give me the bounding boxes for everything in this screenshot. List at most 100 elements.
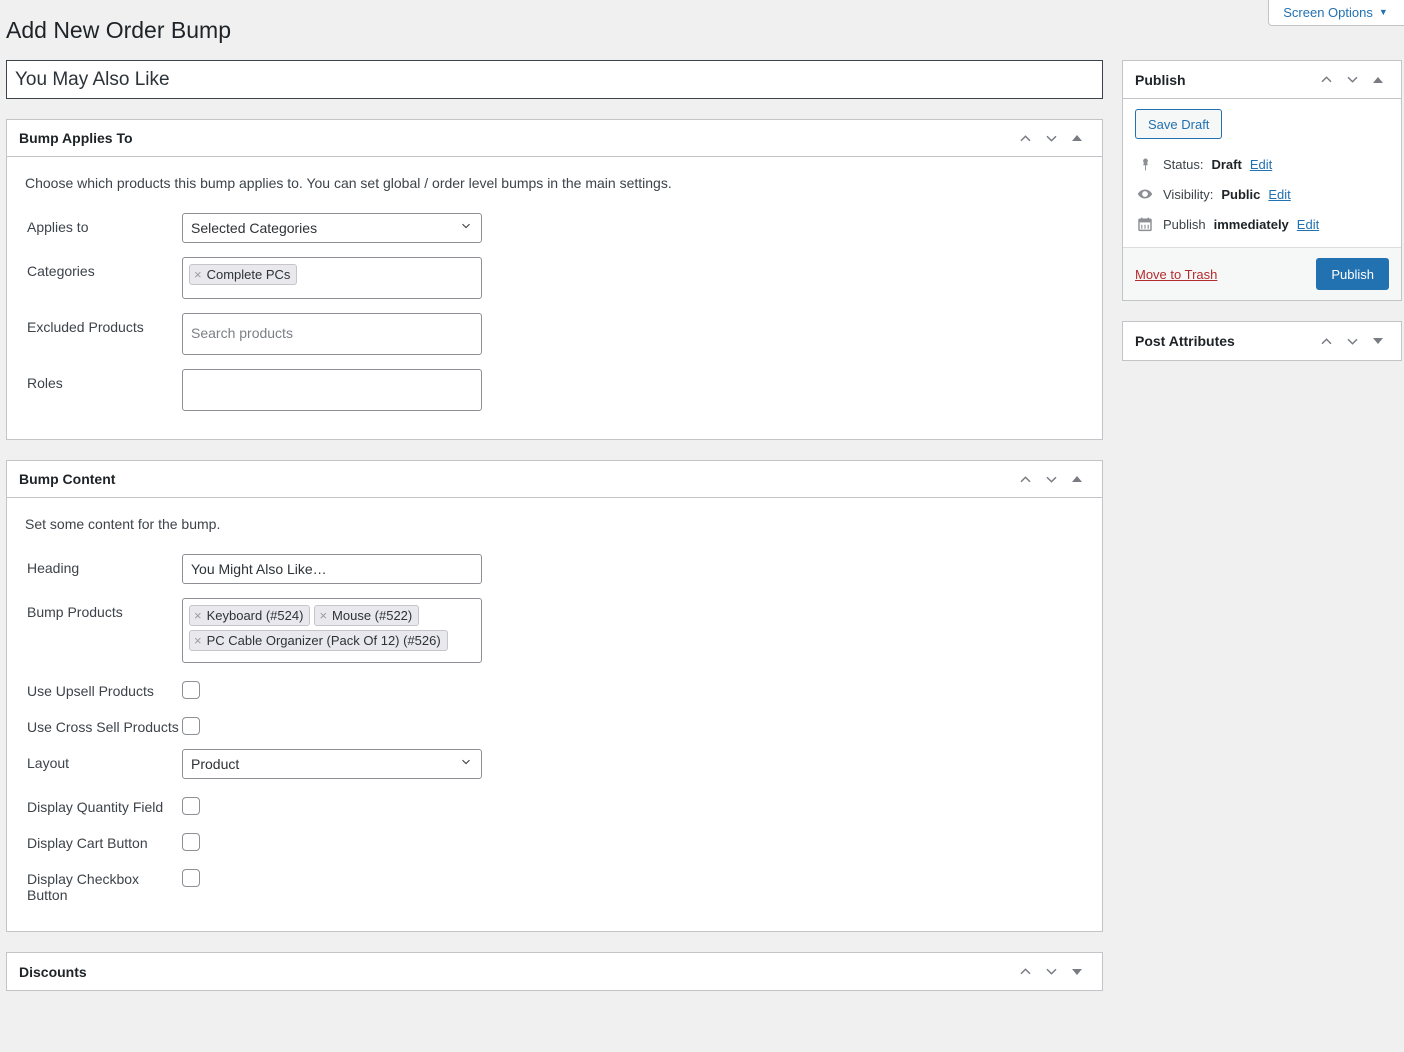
field-row-layout: Layout Product [19, 749, 1090, 779]
excluded-products-token-box[interactable] [182, 313, 482, 355]
publish-box-header[interactable]: Publish [1123, 61, 1401, 99]
edit-status-link[interactable]: Edit [1250, 157, 1272, 172]
remove-token-icon[interactable]: × [319, 609, 327, 622]
metabox-header[interactable]: Discounts [7, 953, 1102, 990]
edit-publish-date-link[interactable]: Edit [1297, 217, 1319, 232]
applies-to-select[interactable]: Selected Categories [182, 213, 482, 243]
metabox-body: Choose which products this bump applies … [7, 157, 1102, 439]
main-column: Bump Applies To Choose which products th… [6, 60, 1103, 1011]
roles-token-box[interactable] [182, 369, 482, 411]
post-attributes-header[interactable]: Post Attributes [1123, 322, 1401, 360]
pin-icon [1135, 154, 1155, 174]
field-control: Product [182, 749, 482, 779]
use-cross-sell-products-checkbox[interactable] [182, 717, 200, 735]
field-row-display-cart-button: Display Cart Button [19, 829, 1090, 851]
toggle-panel-button[interactable] [1064, 124, 1090, 152]
chevron-up-icon [1320, 337, 1332, 344]
move-up-button[interactable] [1012, 465, 1038, 493]
metabox-title: Bump Applies To [19, 130, 133, 146]
chevron-down-icon [1045, 135, 1057, 142]
display-cart-button-checkbox[interactable] [182, 833, 200, 851]
toggle-panel-button[interactable] [1064, 465, 1090, 493]
field-control [182, 677, 200, 699]
handle-actions [1012, 958, 1090, 986]
publish-date-value: immediately [1213, 216, 1289, 232]
publish-box-body: Save Draft Status: Draft Edit Visibility… [1123, 99, 1401, 247]
move-up-button[interactable] [1012, 958, 1038, 986]
move-up-button[interactable] [1313, 327, 1339, 355]
visibility-value: Public [1221, 186, 1261, 202]
toggle-panel-button[interactable] [1365, 327, 1391, 355]
chevron-up-icon [1019, 475, 1031, 482]
screen-options-bar: Screen Options ▼ [1268, 0, 1404, 26]
triangle-up-icon [1072, 476, 1082, 482]
metabox-header[interactable]: Bump Applies To [7, 120, 1102, 157]
bump-products-token-box[interactable]: × Keyboard (#524) × Mouse (#522) × PC Ca… [182, 598, 482, 663]
field-row-use-upsell-products: Use Upsell Products [19, 677, 1090, 699]
field-row-roles: Roles [19, 369, 1090, 411]
metabox-bump-applies-to: Bump Applies To Choose which products th… [6, 119, 1103, 440]
move-down-button[interactable] [1038, 958, 1064, 986]
triangle-down-icon [1373, 338, 1383, 344]
field-control [182, 793, 200, 815]
field-label: Roles [27, 375, 63, 391]
metabox-description: Set some content for the bump. [25, 516, 221, 532]
move-down-button[interactable] [1339, 327, 1365, 355]
publish-box-title: Publish [1135, 71, 1186, 88]
publish-box-footer: Move to Trash Publish [1123, 247, 1401, 300]
visibility-row: Visibility: Public Edit [1135, 179, 1389, 209]
token-item[interactable]: × PC Cable Organizer (Pack Of 12) (#526) [189, 630, 448, 651]
field-control [182, 713, 200, 735]
toggle-panel-button[interactable] [1064, 958, 1090, 986]
remove-token-icon[interactable]: × [194, 609, 202, 622]
display-checkbox-button-checkbox[interactable] [182, 869, 200, 887]
token-label: Mouse (#522) [332, 608, 413, 623]
visibility-label: Visibility: [1163, 186, 1214, 202]
post-title-input[interactable] [6, 60, 1103, 99]
move-down-button[interactable] [1339, 66, 1365, 94]
chevron-down-icon [1346, 338, 1358, 345]
field-control: × Keyboard (#524) × Mouse (#522) × PC Ca… [182, 598, 482, 663]
token-item[interactable]: × Complete PCs [189, 264, 298, 285]
move-down-button[interactable] [1038, 465, 1064, 493]
roles-search-input[interactable] [189, 376, 469, 402]
field-control [182, 865, 200, 887]
field-label: Excluded Products [27, 319, 144, 335]
field-control: × Complete PCs [182, 257, 482, 299]
metabox-discounts: Discounts [6, 952, 1103, 991]
handle-actions [1313, 327, 1391, 355]
screen-options-button[interactable]: Screen Options ▼ [1268, 0, 1404, 26]
move-up-button[interactable] [1313, 66, 1339, 94]
layout-select[interactable]: Product [182, 749, 482, 779]
token-label: Keyboard (#524) [206, 608, 304, 623]
use-upsell-products-checkbox[interactable] [182, 681, 200, 699]
remove-token-icon[interactable]: × [194, 268, 202, 281]
field-label: Display Cart Button [27, 835, 148, 851]
metabox-header[interactable]: Bump Content [7, 461, 1102, 498]
token-item[interactable]: × Mouse (#522) [314, 605, 420, 626]
field-row-display-checkbox-button: Display Checkbox Button [19, 865, 1090, 903]
display-quantity-field-checkbox[interactable] [182, 797, 200, 815]
chevron-up-icon [1320, 76, 1332, 83]
heading-input[interactable] [182, 554, 482, 584]
field-control [182, 829, 200, 851]
chevron-down-icon [1346, 76, 1358, 83]
excluded-products-search-input[interactable] [189, 320, 469, 346]
publish-button[interactable]: Publish [1316, 258, 1389, 290]
toggle-panel-button[interactable] [1365, 66, 1391, 94]
chevron-down-icon [1045, 968, 1057, 975]
field-label: Use Cross Sell Products [27, 719, 179, 735]
move-up-button[interactable] [1012, 124, 1038, 152]
token-item[interactable]: × Keyboard (#524) [189, 605, 311, 626]
categories-token-box[interactable]: × Complete PCs [182, 257, 482, 299]
edit-visibility-link[interactable]: Edit [1268, 187, 1290, 202]
screen-options-label: Screen Options [1283, 5, 1373, 20]
move-to-trash-link[interactable]: Move to Trash [1135, 267, 1217, 282]
chevron-down-icon [1045, 476, 1057, 483]
field-row-use-cross-sell-products: Use Cross Sell Products [19, 713, 1090, 735]
remove-token-icon[interactable]: × [194, 634, 202, 647]
metabox-bump-content: Bump Content Set some content for the bu… [6, 460, 1103, 932]
save-draft-button[interactable]: Save Draft [1135, 109, 1223, 139]
handle-actions [1313, 66, 1391, 94]
move-down-button[interactable] [1038, 124, 1064, 152]
